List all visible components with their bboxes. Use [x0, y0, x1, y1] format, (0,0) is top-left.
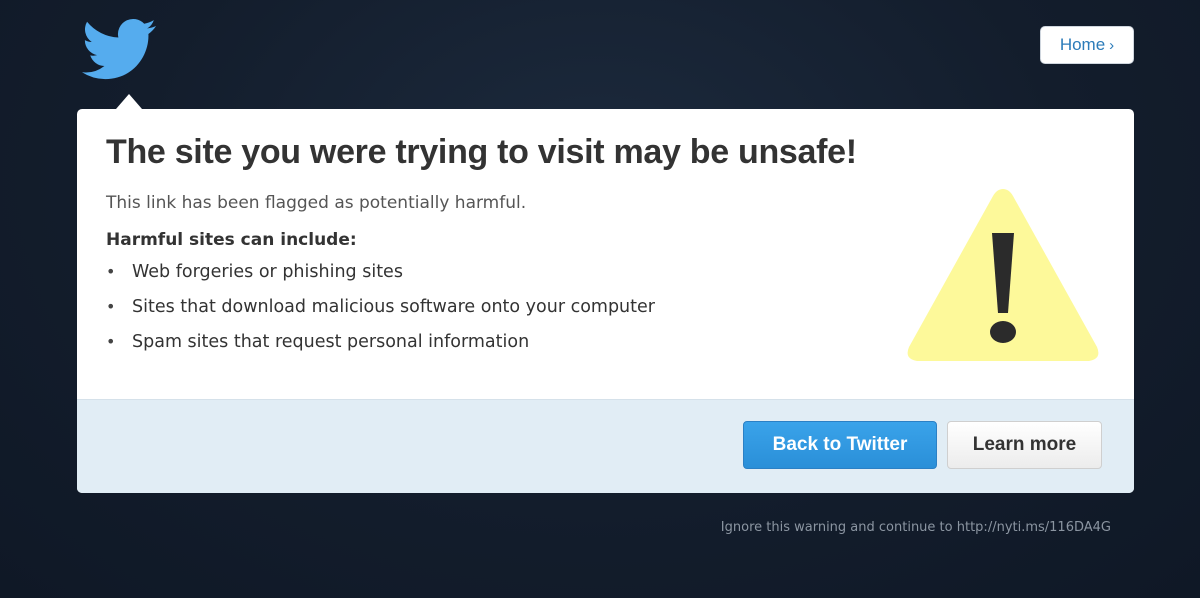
ignore-text: Ignore this warning and continue to	[720, 520, 953, 535]
harm-item-label: Web forgeries or phishing sites	[132, 262, 403, 282]
twitter-bird-icon	[82, 18, 156, 80]
home-label: Home	[1059, 35, 1106, 54]
continue-link[interactable]: http://nyti.ms/116DA4G	[957, 520, 1111, 535]
list-item: • Web forgeries or phishing sites	[106, 262, 655, 297]
back-to-twitter-button[interactable]: Back to Twitter	[743, 421, 937, 469]
card-footer: Back to Twitter Learn more	[77, 399, 1134, 493]
harm-list: • Web forgeries or phishing sites • Sites …	[106, 262, 655, 367]
page-title: The site you were trying to visit may be…	[106, 133, 857, 171]
card-pointer	[116, 94, 142, 109]
bullet-icon: •	[106, 262, 116, 281]
flag-message: This link has been flagged as potentiall…	[106, 193, 527, 213]
bullet-icon: •	[106, 297, 116, 316]
warning-card: The site you were trying to visit may be…	[77, 109, 1134, 493]
harm-item-label: Sites that download malicious software o…	[132, 297, 655, 317]
home-button[interactable]: Home ›	[1040, 26, 1134, 64]
harm-item-label: Spam sites that request personal informa…	[132, 332, 530, 352]
card-body: The site you were trying to visit may be…	[77, 109, 1134, 399]
list-item: • Spam sites that request personal inform…	[106, 332, 655, 367]
warning-triangle-icon	[907, 189, 1099, 361]
list-item: • Sites that download malicious software …	[106, 297, 655, 332]
chevron-right-icon: ›	[1109, 36, 1115, 54]
ignore-warning: Ignore this warning and continue to http…	[721, 520, 1111, 535]
harm-heading: Harmful sites can include:	[106, 230, 357, 250]
learn-more-button[interactable]: Learn more	[947, 421, 1102, 469]
bullet-icon: •	[106, 332, 116, 351]
